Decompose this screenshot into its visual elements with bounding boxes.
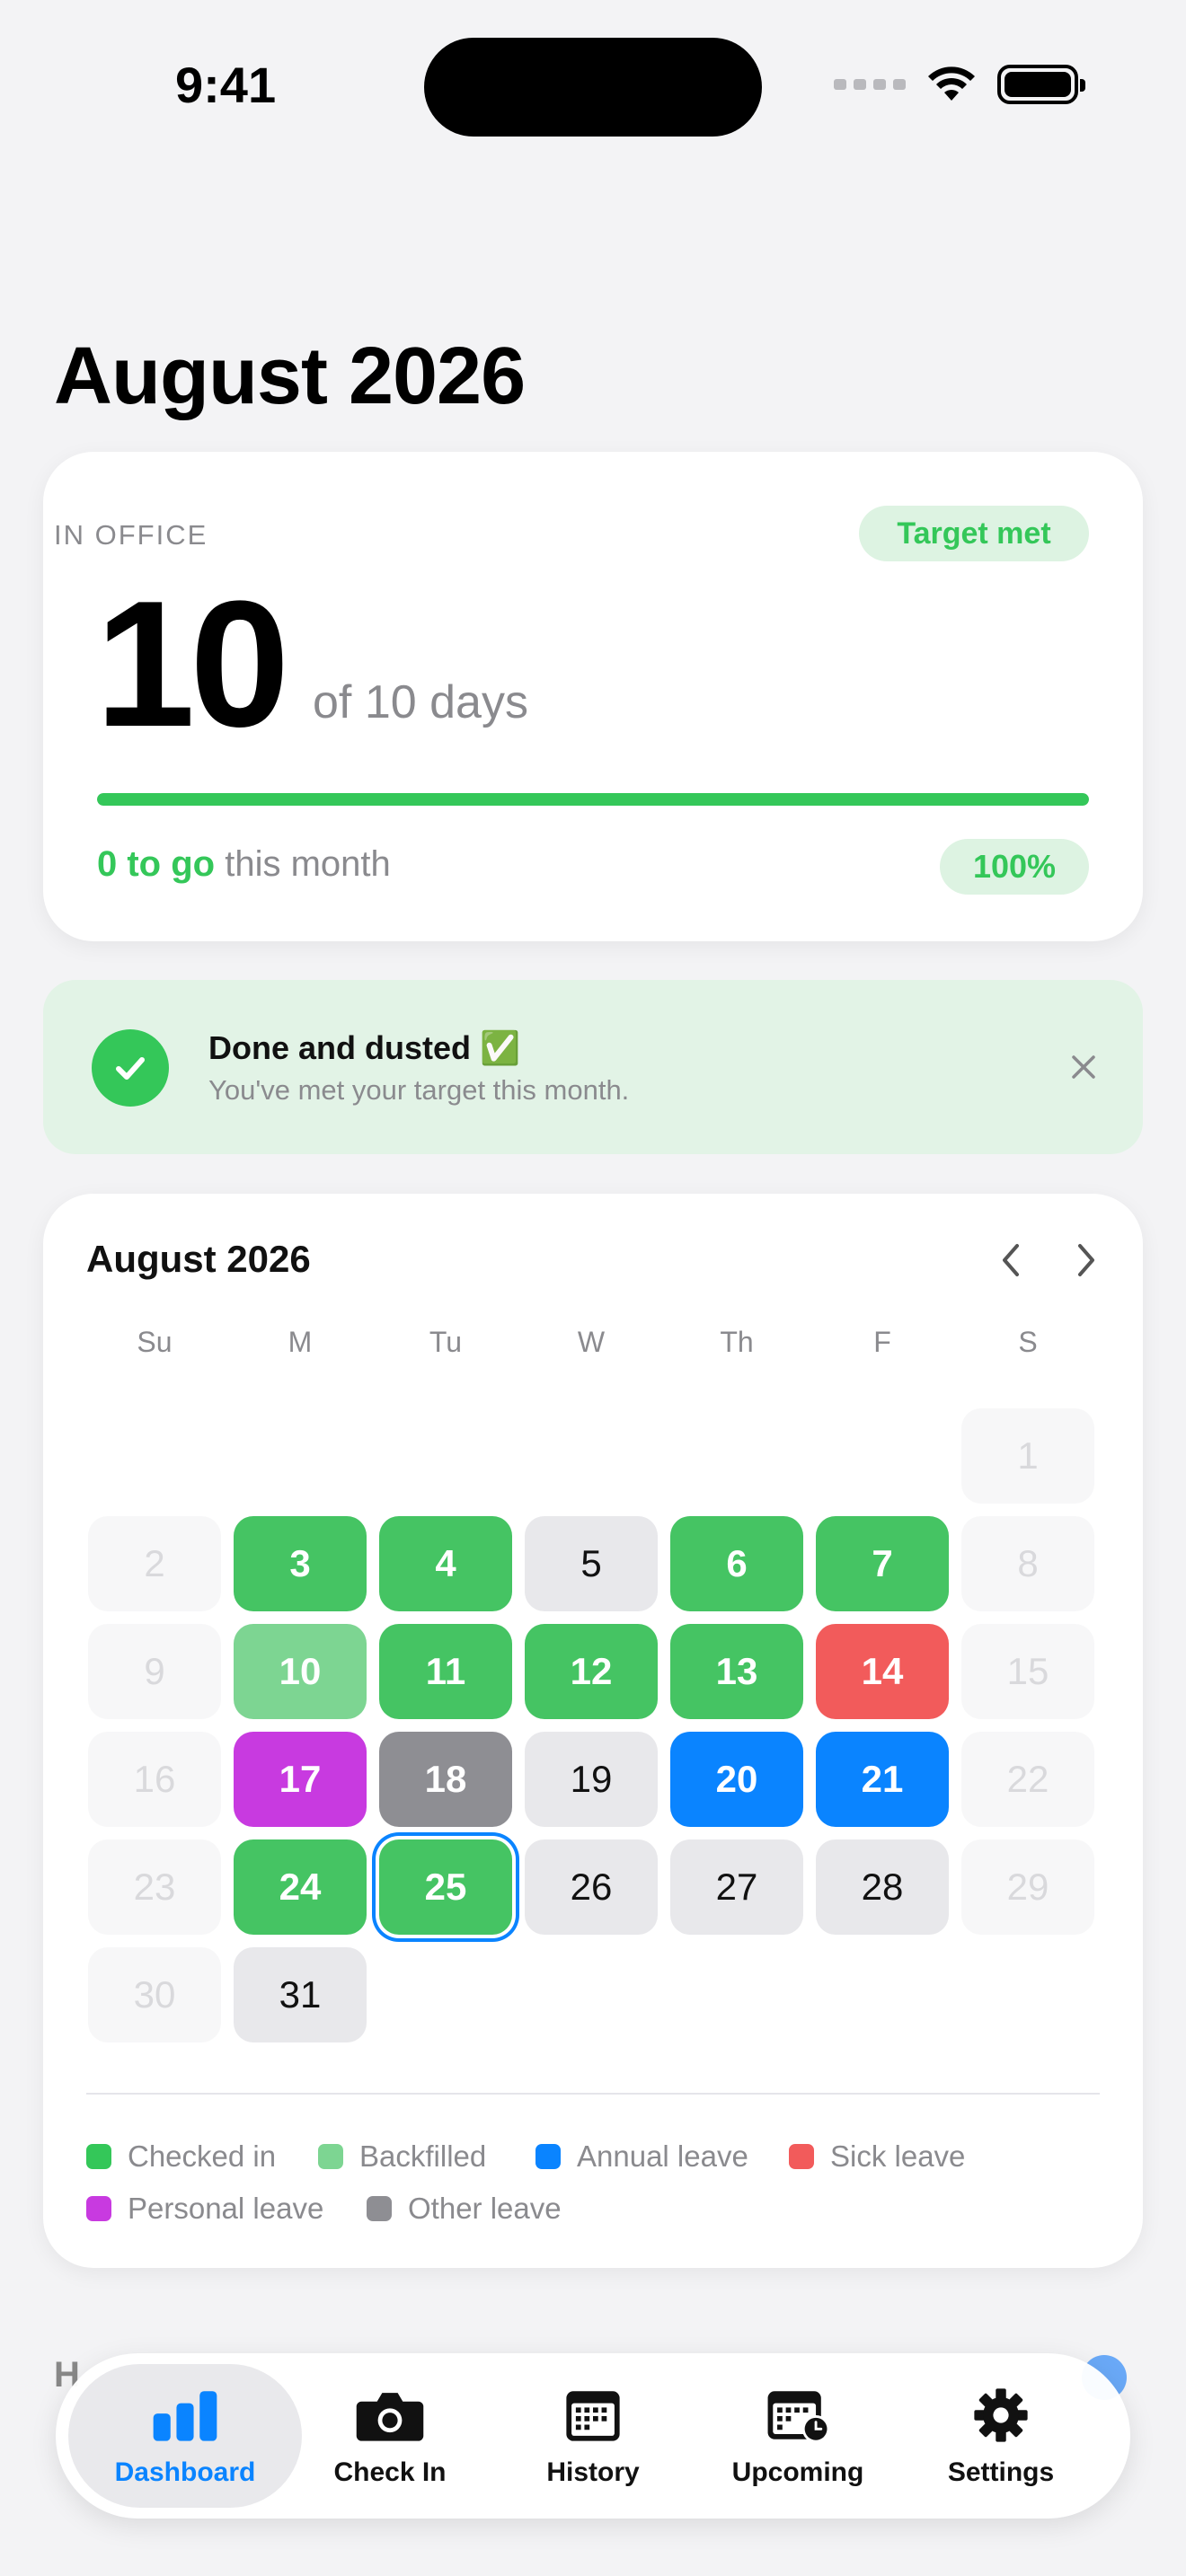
status-time: 9:41	[175, 57, 277, 113]
calendar-day[interactable]: 20	[670, 1732, 803, 1827]
page-title: August 2026	[54, 331, 526, 421]
days-remaining-suffix: this month	[225, 844, 391, 884]
legend-swatch	[789, 2144, 814, 2169]
weekday-label: M	[288, 1326, 313, 1358]
tab-dashboard[interactable]: Dashboard	[86, 2364, 284, 2508]
cellular-signal-icon	[834, 79, 906, 90]
calendar-day-today[interactable]: 25	[379, 1839, 512, 1935]
target-met-badge: Target met	[859, 506, 1089, 561]
tab-settings[interactable]: Settings	[916, 2364, 1085, 2508]
tab-label: History	[546, 2457, 640, 2487]
weekday-label: Su	[137, 1326, 173, 1358]
days-remaining-label: 0 to go this month	[97, 844, 391, 885]
calendar-day[interactable]: 23	[88, 1839, 221, 1935]
calendar-day[interactable]: 16	[88, 1732, 221, 1827]
checkmark-circle-icon	[92, 1029, 169, 1107]
calendar-day[interactable]: 21	[816, 1732, 949, 1827]
calendar-day[interactable]: 7	[816, 1516, 949, 1611]
tab-history[interactable]: History	[509, 2364, 677, 2508]
calendar-icon	[554, 2384, 632, 2447]
camera-icon	[351, 2384, 429, 2447]
weekday-label: F	[873, 1326, 891, 1358]
legend-item: Annual leave	[535, 2139, 748, 2174]
tab-label: Upcoming	[731, 2457, 864, 2487]
calendar-day[interactable]: 28	[816, 1839, 949, 1935]
battery-icon	[997, 65, 1085, 104]
calendar-day[interactable]: 6	[670, 1516, 803, 1611]
status-icons	[834, 65, 1085, 104]
calendar-month-title: August 2026	[86, 1238, 311, 1280]
calendar-day[interactable]: 1	[961, 1408, 1094, 1504]
chevron-left-icon[interactable]	[988, 1238, 1033, 1283]
legend-swatch	[86, 2196, 111, 2221]
in-office-label: IN OFFICE	[54, 519, 208, 551]
legend-swatch	[86, 2144, 111, 2169]
legend-item: Personal leave	[86, 2192, 323, 2226]
calendar-day[interactable]: 8	[961, 1516, 1094, 1611]
chart-bars-icon	[146, 2384, 224, 2447]
close-icon[interactable]	[1066, 1049, 1102, 1085]
calendar-day[interactable]: 9	[88, 1624, 221, 1719]
weekday-label: S	[1018, 1326, 1038, 1358]
calendar-day[interactable]: 5	[525, 1516, 658, 1611]
tab-label: Dashboard	[114, 2457, 256, 2487]
calendar-day[interactable]: 26	[525, 1839, 658, 1935]
percent-badge: 100%	[940, 839, 1089, 895]
calendar-day[interactable]: 15	[961, 1624, 1094, 1719]
calendar-day[interactable]: 17	[234, 1732, 367, 1827]
weekday-label: W	[577, 1326, 606, 1358]
calendar-day[interactable]: 14	[816, 1624, 949, 1719]
legend-label: Backfilled	[359, 2139, 487, 2173]
calendar-day[interactable]: 31	[234, 1947, 367, 2042]
calendar-clock-icon	[759, 2384, 836, 2447]
weekday-label: Th	[720, 1326, 754, 1358]
legend-label: Personal leave	[128, 2192, 324, 2225]
calendar-day[interactable]: 10	[234, 1624, 367, 1719]
wifi-icon	[928, 66, 975, 101]
legend-label: Annual leave	[577, 2139, 748, 2173]
calendar-day[interactable]: 3	[234, 1516, 367, 1611]
calendar-day[interactable]: 24	[234, 1839, 367, 1935]
calendar-day[interactable]: 2	[88, 1516, 221, 1611]
chevron-right-icon[interactable]	[1064, 1238, 1109, 1283]
calendar-day[interactable]: 29	[961, 1839, 1094, 1935]
tab-upcoming[interactable]: Upcoming	[713, 2364, 882, 2508]
calendar-divider	[86, 2093, 1100, 2095]
banner-title: Done and dusted ✅	[208, 1029, 520, 1066]
legend-item: Backfilled	[318, 2139, 486, 2174]
legend-swatch	[367, 2196, 392, 2221]
tab-label: Settings	[947, 2457, 1055, 2487]
legend-swatch	[318, 2144, 343, 2169]
tab-check-in[interactable]: Check In	[305, 2364, 474, 2508]
legend-item: Sick leave	[789, 2139, 965, 2174]
calendar-day[interactable]: 18	[379, 1732, 512, 1827]
legend-label: Other leave	[408, 2192, 562, 2225]
calendar-day[interactable]: 19	[525, 1732, 658, 1827]
banner-subtitle: You've met your target this month.	[208, 1074, 630, 1106]
legend-item: Checked in	[86, 2139, 276, 2174]
calendar-day[interactable]: 13	[670, 1624, 803, 1719]
status-bar: 9:41	[0, 0, 1186, 180]
tab-label: Check In	[333, 2457, 447, 2487]
weekday-label: Tu	[429, 1326, 463, 1358]
progress-bar-fill	[97, 793, 1089, 806]
success-banner	[43, 980, 1143, 1154]
legend-label: Sick leave	[830, 2139, 966, 2173]
progress-bar	[97, 793, 1089, 806]
legend-label: Checked in	[128, 2139, 277, 2173]
days-remaining-count: 0 to go	[97, 844, 216, 884]
calendar-day[interactable]: 11	[379, 1624, 512, 1719]
calendar-day[interactable]: 12	[525, 1624, 658, 1719]
calendar-day[interactable]: 4	[379, 1516, 512, 1611]
calendar-day[interactable]: 22	[961, 1732, 1094, 1827]
dynamic-island	[424, 38, 762, 137]
legend-item: Other leave	[367, 2192, 562, 2226]
calendar-day[interactable]: 27	[670, 1839, 803, 1935]
calendar-day[interactable]: 30	[88, 1947, 221, 2042]
target-days-label: of 10 days	[313, 676, 528, 728]
legend-swatch	[535, 2144, 561, 2169]
office-days-count: 10	[95, 564, 289, 764]
gear-icon	[962, 2384, 1040, 2447]
